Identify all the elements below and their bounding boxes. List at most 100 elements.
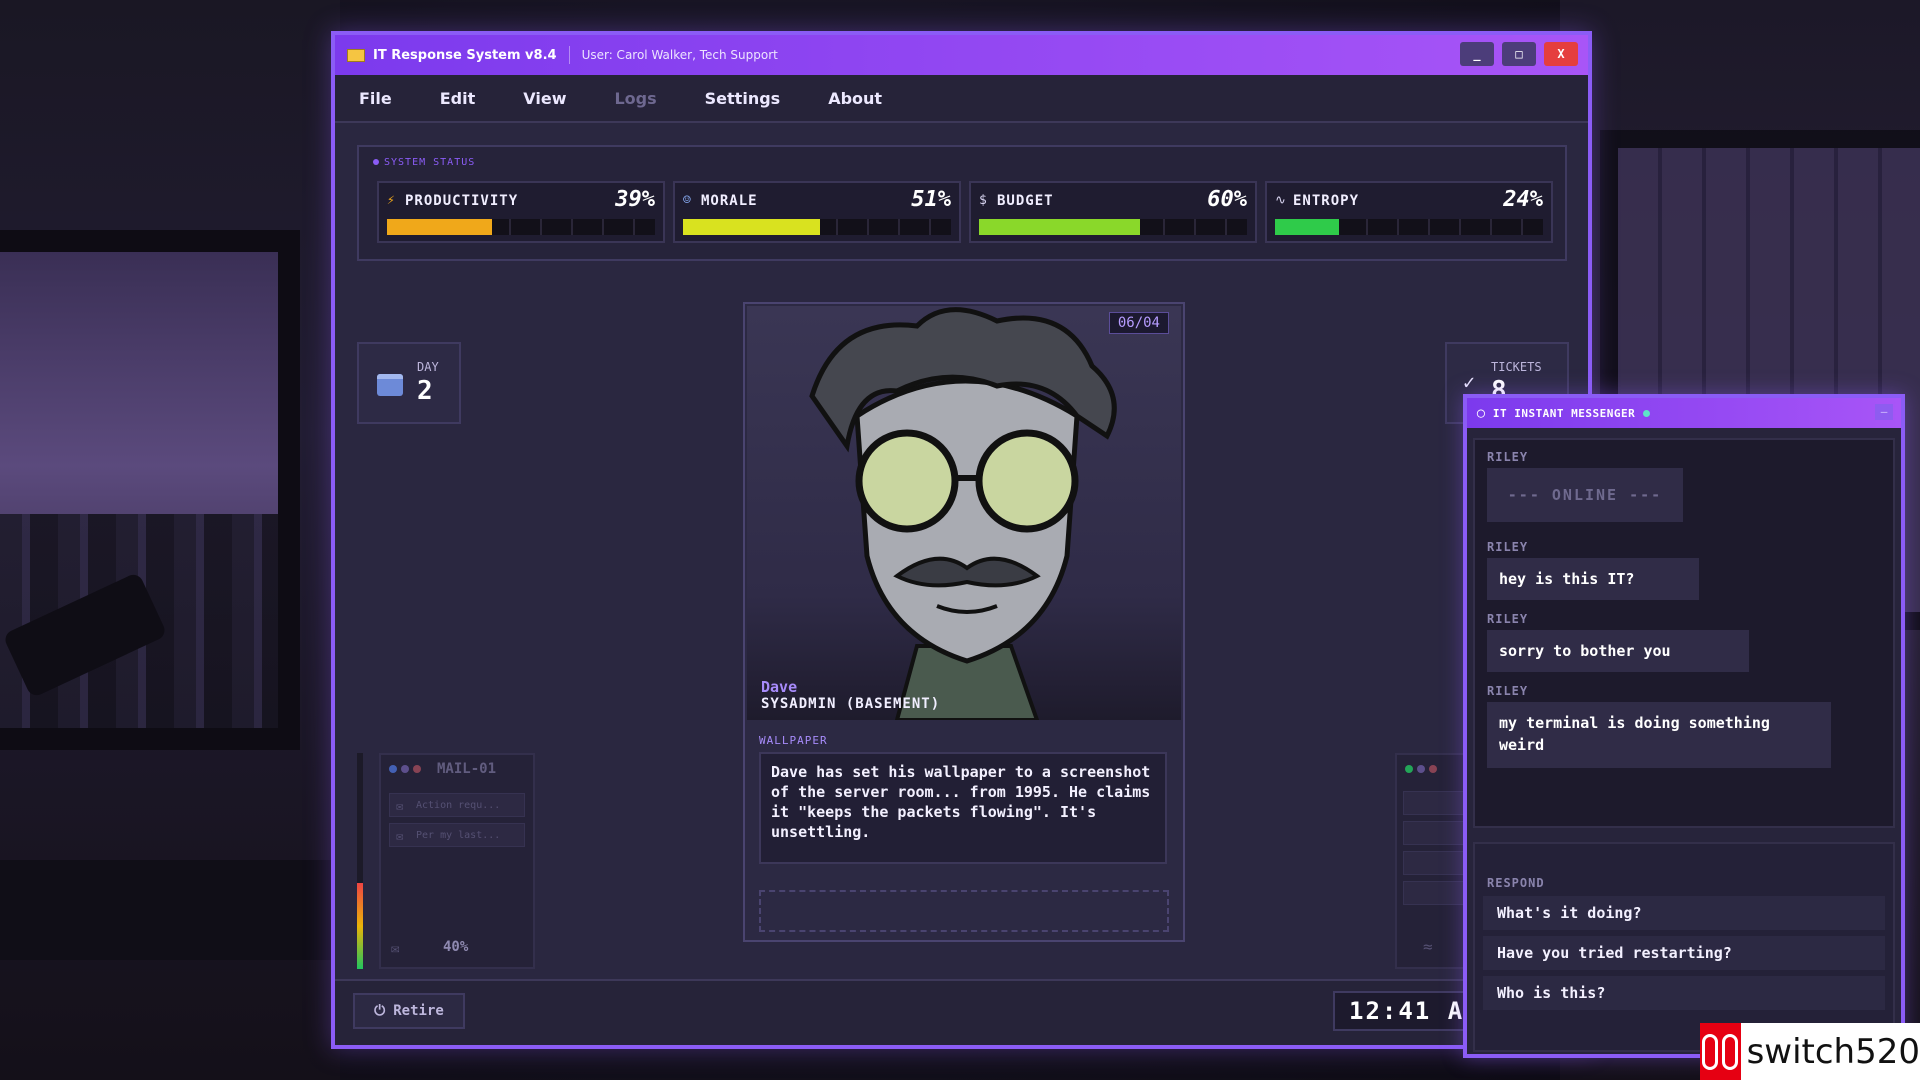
card-date: 06/04: [1108, 312, 1169, 334]
menu-view[interactable]: View: [523, 89, 566, 108]
stat-name: MORALE: [701, 193, 758, 209]
wifi-icon: ≈: [1423, 937, 1433, 956]
stat-value: 60%: [1207, 187, 1247, 212]
issue-label: WALLPAPER: [759, 734, 828, 747]
chat-bubble-icon: ◯: [1477, 405, 1485, 421]
stat-bar-fill: [1275, 219, 1340, 235]
retire-button[interactable]: ⏻ Retire: [353, 993, 465, 1029]
background-desk: [0, 860, 340, 960]
mail-widget[interactable]: MAIL-01 Action requ... Per my last... ✉ …: [379, 753, 535, 969]
stat-value: 39%: [615, 187, 655, 212]
stat-productivity: ⚡ PRODUCTIVITY 39%: [377, 181, 665, 243]
day-value: 2: [417, 376, 433, 406]
network-widget[interactable]: ≈: [1395, 753, 1469, 969]
window-controls: _ □ X: [1460, 42, 1578, 66]
messenger-minimize-button[interactable]: –: [1875, 404, 1893, 420]
portrait-glasses-right: [975, 429, 1079, 533]
maximize-button[interactable]: □: [1502, 42, 1536, 66]
dot-green: [1405, 765, 1413, 773]
app-icon: [347, 48, 365, 62]
wave-icon: ∿: [1275, 193, 1286, 208]
respond-panel: RESPOND What's it doing? Have you tried …: [1473, 842, 1895, 1052]
day-label: DAY: [417, 360, 439, 374]
mail-item[interactable]: Action requ...: [389, 793, 525, 818]
response-drop-slot[interactable]: [759, 890, 1169, 932]
response-option[interactable]: Who is this?: [1483, 976, 1885, 1010]
menu-about[interactable]: About: [828, 89, 882, 108]
caller-card: 06/04 Dave SYSADMIN (BASEMENT) WALLPAPER…: [743, 302, 1185, 942]
title-separator: [568, 46, 570, 64]
stat-value: 51%: [911, 187, 951, 212]
message-sender: RILEY: [1487, 540, 1529, 554]
caller-name: Dave: [761, 678, 798, 696]
stat-bar: [683, 219, 951, 235]
mail-item[interactable]: Per my last...: [389, 823, 525, 848]
menu-file[interactable]: File: [359, 89, 392, 108]
messenger-titlebar[interactable]: ◯ IT INSTANT MESSENGER –: [1467, 398, 1901, 428]
response-option[interactable]: Have you tried restarting?: [1483, 936, 1885, 970]
checkmark-icon: ✓: [1463, 370, 1476, 394]
system-status-panel: SYSTEM STATUS ⚡ PRODUCTIVITY 39% ☺ MORAL…: [357, 145, 1567, 261]
messenger-title: IT INSTANT MESSENGER: [1492, 406, 1636, 420]
lightning-icon: ⚡: [387, 193, 395, 208]
stress-meter: [357, 753, 363, 969]
stat-entropy: ∿ ENTROPY 24%: [1265, 181, 1553, 243]
mail-title: MAIL-01: [437, 761, 497, 777]
stat-value: 24%: [1503, 187, 1543, 212]
retire-label: Retire: [393, 1003, 444, 1019]
online-status-dot: [1643, 409, 1651, 417]
it-response-window: IT Response System v8.4 User: Carol Walk…: [331, 31, 1592, 1049]
mail-window-dots: [389, 765, 421, 773]
user-label: User: Carol Walker, Tech Support: [581, 48, 778, 62]
network-row: [1403, 851, 1467, 875]
menu-logs[interactable]: Logs: [614, 89, 656, 108]
stat-name: BUDGET: [997, 193, 1054, 209]
message-sender: RILEY: [1487, 684, 1529, 698]
envelope-icon: ✉: [391, 941, 400, 957]
respond-label: RESPOND: [1487, 876, 1545, 890]
message-bubble: hey is this IT?: [1487, 558, 1699, 600]
stat-budget: $ BUDGET 60%: [969, 181, 1257, 243]
close-button[interactable]: X: [1544, 42, 1578, 66]
issue-description: Dave has set his wallpaper to a screensh…: [759, 752, 1167, 864]
stat-bar: [979, 219, 1247, 235]
person-icon: ☺: [683, 193, 691, 208]
window-title: IT Response System v8.4: [373, 47, 557, 63]
system-status-label: SYSTEM STATUS: [373, 157, 475, 168]
dot-purple: [401, 765, 409, 773]
dot-red: [1429, 765, 1437, 773]
watermark-text: switch520: [1746, 1031, 1920, 1072]
menu-edit[interactable]: Edit: [440, 89, 476, 108]
tickets-label: TICKETS: [1491, 360, 1542, 374]
portrait-glasses-left: [855, 429, 959, 533]
stat-bar-fill: [683, 219, 820, 235]
dot-red: [413, 765, 421, 773]
dot-blue: [389, 765, 397, 773]
message-sender: RILEY: [1487, 450, 1529, 464]
network-row: [1403, 821, 1467, 845]
minimize-button[interactable]: _: [1460, 42, 1494, 66]
caller-role: SYSADMIN (BASEMENT): [761, 696, 941, 712]
stat-bar: [387, 219, 655, 235]
message-bubble: --- ONLINE ---: [1487, 468, 1683, 522]
response-option[interactable]: What's it doing?: [1483, 896, 1885, 930]
mail-percent: 40%: [443, 939, 469, 955]
bottom-bar: ⏻ Retire 12:41 AM: [335, 979, 1588, 1045]
stat-bar-fill: [979, 219, 1140, 235]
menu-settings[interactable]: Settings: [705, 89, 781, 108]
switch-logo-icon: [1700, 1023, 1741, 1080]
dollar-icon: $: [979, 193, 987, 208]
stat-name: ENTROPY: [1293, 193, 1360, 209]
dot-purple: [1417, 765, 1425, 773]
network-row: [1403, 791, 1467, 815]
chat-log: RILEY --- ONLINE --- RILEY hey is this I…: [1473, 438, 1895, 828]
message-bubble: my terminal is doing something weird: [1487, 702, 1831, 768]
window-titlebar[interactable]: IT Response System v8.4 User: Carol Walk…: [335, 35, 1588, 75]
stress-meter-fill: [357, 882, 363, 969]
day-counter: DAY 2: [357, 342, 461, 424]
stat-name: PRODUCTIVITY: [405, 193, 519, 209]
message-bubble: sorry to bother you: [1487, 630, 1749, 672]
stat-bar-fill: [387, 219, 492, 235]
menu-bar: File Edit View Logs Settings About: [335, 75, 1588, 123]
instant-messenger-window: ◯ IT INSTANT MESSENGER – RILEY --- ONLIN…: [1463, 394, 1905, 1058]
